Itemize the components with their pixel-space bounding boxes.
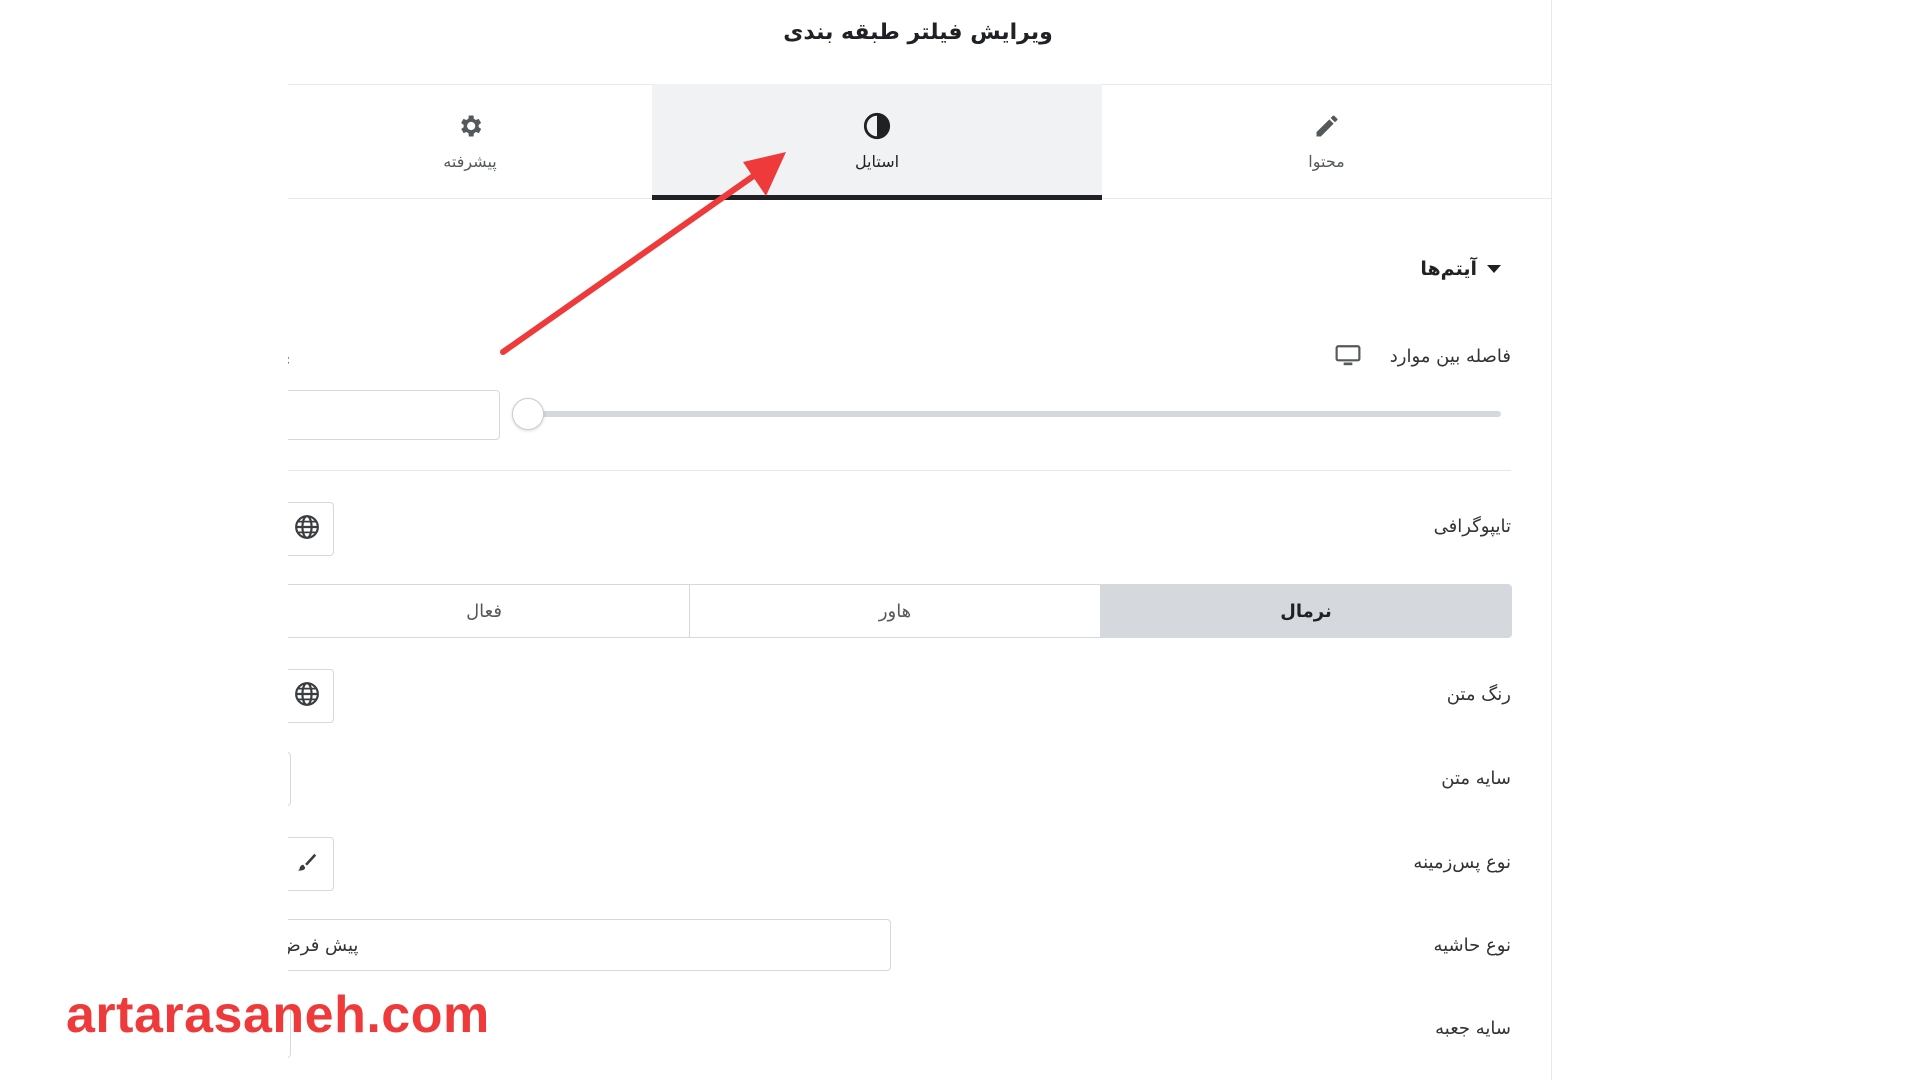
tab-content-label: محتوا <box>1308 151 1345 171</box>
unit-indicator: ‹ <box>288 350 290 369</box>
spacing-slider-track[interactable] <box>528 411 1501 417</box>
text-shadow-label: سایه متن <box>1441 768 1511 789</box>
spacing-slider-handle[interactable] <box>512 398 544 430</box>
spacing-number-input[interactable] <box>288 390 500 440</box>
globe-icon <box>294 514 320 544</box>
box-shadow-label: سایه جعبه <box>1435 1018 1511 1039</box>
globe-icon <box>294 681 320 711</box>
panel-title: ویرایش فیلتر طبقه بندی <box>783 20 1053 45</box>
divider <box>288 470 1511 471</box>
border-type-value: پیش فرض <box>288 934 359 956</box>
tab-style[interactable]: استایل <box>652 84 1102 200</box>
pencil-icon <box>1313 112 1341 140</box>
spacing-label: فاصله بین موارد <box>1389 346 1511 367</box>
contrast-icon <box>863 112 891 140</box>
tab-advanced[interactable]: پیشرفته <box>288 84 652 198</box>
state-normal-button[interactable]: نرمال <box>1101 585 1511 637</box>
typography-global-button[interactable] <box>288 502 334 556</box>
tab-bar: پیشرفته استایل محتوا <box>288 84 1551 200</box>
watermark-text: artarasaneh.com <box>66 986 490 1044</box>
background-type-label: نوع پس‌زمینه <box>1413 852 1511 873</box>
text-color-global-button[interactable] <box>288 669 334 723</box>
brush-icon <box>296 851 318 877</box>
state-hover-button[interactable]: هاور <box>690 585 1101 637</box>
caret-down-icon <box>1487 265 1501 273</box>
panel-header: ویرایش فیلتر طبقه بندی <box>288 0 1551 85</box>
state-active-button[interactable]: فعال <box>288 585 690 637</box>
background-classic-button[interactable] <box>288 837 334 891</box>
editor-panel: ویرایش فیلتر طبقه بندی پیشرفته استایل مح… <box>288 0 1552 1080</box>
text-shadow-button[interactable] <box>288 752 291 806</box>
tab-advanced-label: پیشرفته <box>443 151 497 171</box>
typography-label: تایپوگرافی <box>1433 516 1511 537</box>
tab-content[interactable]: محتوا <box>1102 84 1551 198</box>
section-items-toggle[interactable]: آیتم‌ها <box>1420 258 1501 280</box>
desktop-icon[interactable] <box>1335 344 1361 372</box>
border-type-select[interactable]: پیش فرض <box>288 919 891 971</box>
gear-icon <box>456 112 484 140</box>
border-type-label: نوع حاشیه <box>1433 935 1511 956</box>
section-items-title: آیتم‌ها <box>1420 258 1477 280</box>
state-switcher: فعال هاور نرمال <box>288 584 1512 638</box>
tab-style-label: استایل <box>854 151 900 171</box>
text-color-label: رنگ متن <box>1446 684 1511 705</box>
